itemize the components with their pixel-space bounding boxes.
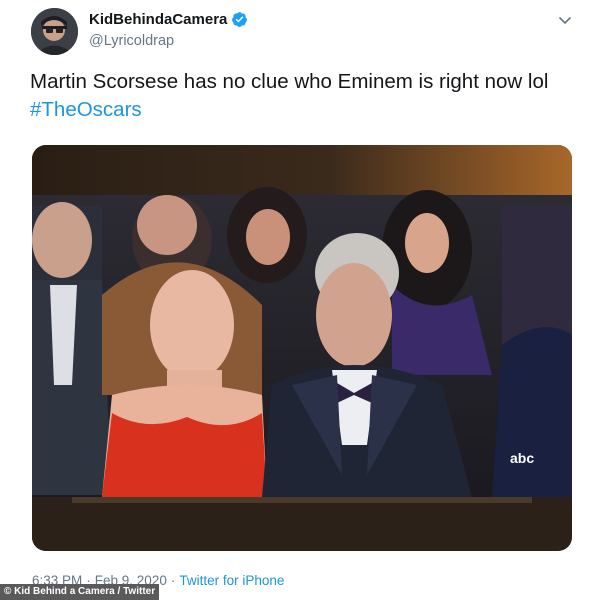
user-handle[interactable]: @Lyricoldrap <box>89 33 174 49</box>
verified-badge-icon <box>232 12 248 27</box>
tweet-media-photo[interactable]: abc <box>32 145 572 551</box>
tweet-text: Martin Scorsese has no clue who Eminem i… <box>30 68 575 124</box>
photo-credit: © Kid Behind a Camera / Twitter <box>0 584 160 600</box>
hashtag-link[interactable]: #TheOscars <box>30 98 142 121</box>
tweet-body: Martin Scorsese has no clue who Eminem i… <box>30 70 549 93</box>
tweet-source-link[interactable]: Twitter for iPhone <box>179 573 284 588</box>
tv-screen-photo: abc <box>32 145 572 551</box>
user-name-row[interactable]: KidBehindaCamera <box>89 11 248 28</box>
meta-separator: · <box>170 573 176 588</box>
tweet-card: KidBehindaCamera @Lyricoldrap Martin Sco… <box>0 0 600 600</box>
chevron-down-icon[interactable] <box>557 12 573 28</box>
broadcast-logo: abc <box>510 450 534 466</box>
display-name[interactable]: KidBehindaCamera <box>89 11 227 28</box>
avatar[interactable] <box>31 8 78 55</box>
